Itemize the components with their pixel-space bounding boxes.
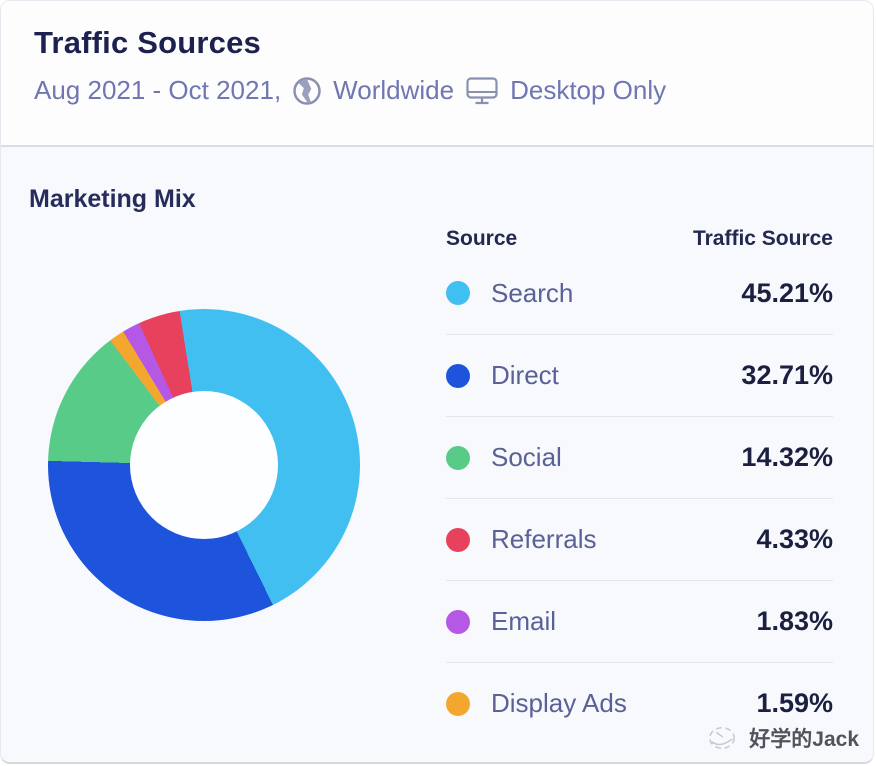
row-value: 14.32% (741, 442, 833, 472)
traffic-source-table: Source Traffic Source Search 45.21% Dire… (446, 219, 833, 744)
column-header-traffic-source: Traffic Source (692, 227, 833, 250)
donut-chart[interactable] (48, 309, 360, 621)
row-value: 32.71% (741, 360, 833, 390)
page-title: Traffic Sources (34, 25, 261, 60)
marketing-mix-section: Marketing Mix Source Traffic Source Sear… (1, 147, 873, 762)
row-label: Display Ads (491, 688, 627, 718)
row-value: 1.59% (756, 688, 833, 718)
row-label: Social (491, 442, 562, 472)
globe-icon (293, 76, 321, 105)
region-label: Worldwide (333, 75, 455, 105)
donut-hole (130, 391, 278, 539)
traffic-sources-panel: Traffic Sources Aug 2021 - Oct 2021, Wor… (0, 0, 874, 764)
row-value: 4.33% (756, 524, 833, 554)
row-label: Email (491, 606, 557, 636)
device-label: Desktop Only (510, 75, 667, 105)
row-label: Direct (491, 360, 559, 390)
row-value: 45.21% (741, 277, 833, 308)
section-title: Marketing Mix (29, 185, 196, 213)
legend-dot-referrals (446, 527, 470, 552)
legend-dot-social (446, 445, 470, 470)
table-header: Source Traffic Source (446, 219, 833, 251)
report-scope-subtitle: Aug 2021 - Oct 2021, Worldwide Desktop O… (34, 75, 873, 106)
table-row-search: Search 45.21% (446, 252, 833, 334)
row-label: Referrals (491, 524, 597, 554)
desktop-monitor-icon (466, 76, 498, 104)
watermark: 好学的Jack (703, 723, 859, 753)
legend-dot-display-ads (446, 691, 470, 716)
row-label: Search (491, 277, 574, 308)
table-row-referrals: Referrals 4.33% (446, 498, 833, 580)
legend-dot-email (446, 609, 470, 634)
table-row-email: Email 1.83% (446, 580, 833, 662)
sketch-globe-icon (709, 726, 736, 750)
table-row-social: Social 14.32% (446, 416, 833, 498)
legend-dot-direct (446, 363, 470, 388)
row-value: 1.83% (756, 606, 833, 636)
legend-dot-search (446, 281, 470, 305)
panel-header: Traffic Sources Aug 2021 - Oct 2021, Wor… (1, 1, 873, 147)
watermark-text: 好学的Jack (749, 728, 859, 751)
table-row-direct: Direct 32.71% (446, 334, 833, 416)
column-header-source: Source (446, 227, 518, 250)
table-rows: Search 45.21% Direct 32.71% Social 14.32… (446, 252, 833, 744)
date-range-label: Aug 2021 - Oct 2021, (34, 75, 282, 105)
